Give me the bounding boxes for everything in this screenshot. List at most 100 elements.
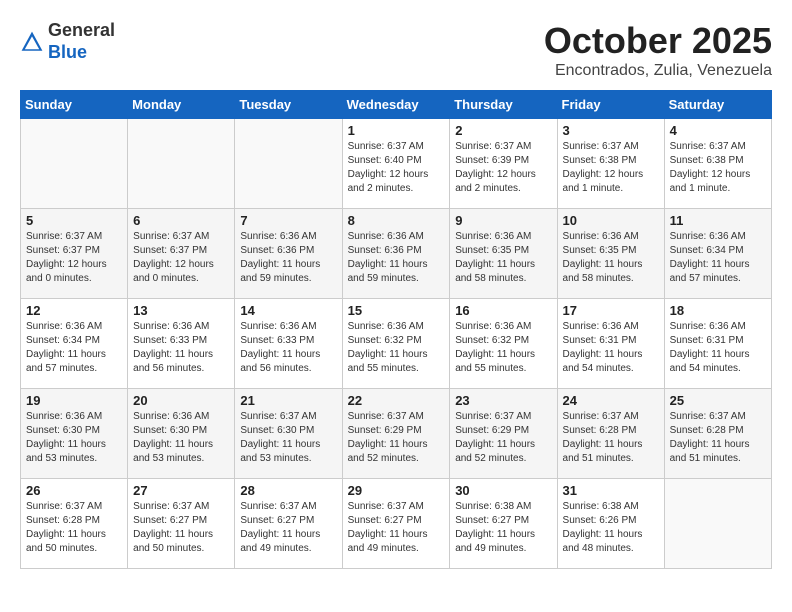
day-number: 8	[348, 213, 445, 228]
day-info: Sunrise: 6:37 AM Sunset: 6:27 PM Dayligh…	[348, 500, 445, 556]
day-info: Sunrise: 6:37 AM Sunset: 6:28 PM Dayligh…	[670, 410, 766, 466]
day-number: 11	[670, 213, 766, 228]
day-info: Sunrise: 6:36 AM Sunset: 6:30 PM Dayligh…	[26, 410, 122, 466]
day-info: Sunrise: 6:36 AM Sunset: 6:35 PM Dayligh…	[563, 230, 659, 286]
day-number: 3	[563, 123, 659, 138]
day-number: 17	[563, 303, 659, 318]
day-info: Sunrise: 6:37 AM Sunset: 6:27 PM Dayligh…	[133, 500, 229, 556]
day-info: Sunrise: 6:36 AM Sunset: 6:32 PM Dayligh…	[455, 320, 551, 376]
title-area: October 2025 Encontrados, Zulia, Venezue…	[544, 20, 772, 80]
day-info: Sunrise: 6:37 AM Sunset: 6:38 PM Dayligh…	[563, 140, 659, 196]
calendar-cell: 6 Sunrise: 6:37 AM Sunset: 6:37 PM Daylig…	[128, 209, 235, 299]
day-header-tuesday: Tuesday	[235, 91, 342, 119]
logo: General Blue	[20, 20, 115, 63]
page-header: General Blue October 2025 Encontrados, Z…	[20, 20, 772, 80]
day-info: Sunrise: 6:36 AM Sunset: 6:30 PM Dayligh…	[133, 410, 229, 466]
calendar-cell: 27 Sunrise: 6:37 AM Sunset: 6:27 PM Dayli…	[128, 479, 235, 569]
day-info: Sunrise: 6:36 AM Sunset: 6:34 PM Dayligh…	[670, 230, 766, 286]
calendar-cell: 19Sunrise: 6:36 AM Sunset: 6:30 PM Dayli…	[21, 389, 128, 479]
day-info: Sunrise: 6:37 AM Sunset: 6:37 PM Dayligh…	[26, 230, 122, 286]
day-number: 21	[240, 393, 336, 408]
logo-blue-text: Blue	[48, 42, 87, 62]
day-info: Sunrise: 6:36 AM Sunset: 6:36 PM Dayligh…	[348, 230, 445, 286]
day-header-friday: Friday	[557, 91, 664, 119]
day-number: 18	[670, 303, 766, 318]
day-number: 5	[26, 213, 122, 228]
calendar-cell: 18 Sunrise: 6:36 AM Sunset: 6:31 PM Dayli…	[664, 299, 771, 389]
day-info: Sunrise: 6:37 AM Sunset: 6:27 PM Dayligh…	[240, 500, 336, 556]
day-number: 30	[455, 483, 551, 498]
day-number: 14	[240, 303, 336, 318]
calendar-cell	[235, 119, 342, 209]
day-number: 12	[26, 303, 122, 318]
month-title: October 2025	[544, 20, 772, 62]
calendar-cell: 26Sunrise: 6:37 AM Sunset: 6:28 PM Dayli…	[21, 479, 128, 569]
day-number: 10	[563, 213, 659, 228]
day-info: Sunrise: 6:36 AM Sunset: 6:31 PM Dayligh…	[670, 320, 766, 376]
logo-general-text: General	[48, 20, 115, 40]
day-info: Sunrise: 6:37 AM Sunset: 6:30 PM Dayligh…	[240, 410, 336, 466]
calendar-cell	[664, 479, 771, 569]
calendar-cell	[128, 119, 235, 209]
calendar-cell: 1Sunrise: 6:37 AM Sunset: 6:40 PM Daylig…	[342, 119, 450, 209]
day-number: 13	[133, 303, 229, 318]
day-number: 7	[240, 213, 336, 228]
calendar-cell: 9 Sunrise: 6:36 AM Sunset: 6:35 PM Daylig…	[450, 209, 557, 299]
calendar-cell: 3 Sunrise: 6:37 AM Sunset: 6:38 PM Daylig…	[557, 119, 664, 209]
day-info: Sunrise: 6:37 AM Sunset: 6:39 PM Dayligh…	[455, 140, 551, 196]
calendar-week-row: 26Sunrise: 6:37 AM Sunset: 6:28 PM Dayli…	[21, 479, 772, 569]
calendar-cell: 29 Sunrise: 6:37 AM Sunset: 6:27 PM Dayli…	[342, 479, 450, 569]
day-number: 16	[455, 303, 551, 318]
calendar-cell: 11 Sunrise: 6:36 AM Sunset: 6:34 PM Dayli…	[664, 209, 771, 299]
day-number: 9	[455, 213, 551, 228]
day-number: 4	[670, 123, 766, 138]
calendar-cell: 2 Sunrise: 6:37 AM Sunset: 6:39 PM Daylig…	[450, 119, 557, 209]
calendar-cell: 25 Sunrise: 6:37 AM Sunset: 6:28 PM Dayli…	[664, 389, 771, 479]
day-header-monday: Monday	[128, 91, 235, 119]
day-number: 29	[348, 483, 445, 498]
calendar-cell: 24 Sunrise: 6:37 AM Sunset: 6:28 PM Dayli…	[557, 389, 664, 479]
day-number: 26	[26, 483, 122, 498]
day-number: 23	[455, 393, 551, 408]
calendar-cell: 31 Sunrise: 6:38 AM Sunset: 6:26 PM Dayli…	[557, 479, 664, 569]
calendar-cell: 16 Sunrise: 6:36 AM Sunset: 6:32 PM Dayli…	[450, 299, 557, 389]
day-info: Sunrise: 6:37 AM Sunset: 6:37 PM Dayligh…	[133, 230, 229, 286]
calendar-header-row: SundayMondayTuesdayWednesdayThursdayFrid…	[21, 91, 772, 119]
calendar-cell: 30Sunrise: 6:38 AM Sunset: 6:27 PM Dayli…	[450, 479, 557, 569]
day-info: Sunrise: 6:38 AM Sunset: 6:26 PM Dayligh…	[563, 500, 659, 556]
day-header-sunday: Sunday	[21, 91, 128, 119]
day-info: Sunrise: 6:37 AM Sunset: 6:29 PM Dayligh…	[348, 410, 445, 466]
calendar-week-row: 1Sunrise: 6:37 AM Sunset: 6:40 PM Daylig…	[21, 119, 772, 209]
calendar-week-row: 12 Sunrise: 6:36 AM Sunset: 6:34 PM Dayli…	[21, 299, 772, 389]
calendar-cell: 22 Sunrise: 6:37 AM Sunset: 6:29 PM Dayli…	[342, 389, 450, 479]
day-info: Sunrise: 6:36 AM Sunset: 6:32 PM Dayligh…	[348, 320, 445, 376]
day-number: 25	[670, 393, 766, 408]
day-number: 24	[563, 393, 659, 408]
day-info: Sunrise: 6:37 AM Sunset: 6:38 PM Dayligh…	[670, 140, 766, 196]
day-number: 6	[133, 213, 229, 228]
day-number: 2	[455, 123, 551, 138]
calendar-cell: 7Sunrise: 6:36 AM Sunset: 6:36 PM Daylig…	[235, 209, 342, 299]
calendar-cell: 10 Sunrise: 6:36 AM Sunset: 6:35 PM Dayli…	[557, 209, 664, 299]
day-number: 28	[240, 483, 336, 498]
calendar-cell: 4 Sunrise: 6:37 AM Sunset: 6:38 PM Daylig…	[664, 119, 771, 209]
day-number: 31	[563, 483, 659, 498]
day-info: Sunrise: 6:36 AM Sunset: 6:35 PM Dayligh…	[455, 230, 551, 286]
day-info: Sunrise: 6:36 AM Sunset: 6:34 PM Dayligh…	[26, 320, 122, 376]
day-info: Sunrise: 6:36 AM Sunset: 6:31 PM Dayligh…	[563, 320, 659, 376]
calendar-cell	[21, 119, 128, 209]
day-info: Sunrise: 6:37 AM Sunset: 6:28 PM Dayligh…	[563, 410, 659, 466]
day-number: 22	[348, 393, 445, 408]
day-number: 27	[133, 483, 229, 498]
calendar-week-row: 19Sunrise: 6:36 AM Sunset: 6:30 PM Dayli…	[21, 389, 772, 479]
calendar-cell: 23Sunrise: 6:37 AM Sunset: 6:29 PM Dayli…	[450, 389, 557, 479]
logo-icon	[20, 30, 44, 54]
day-info: Sunrise: 6:37 AM Sunset: 6:40 PM Dayligh…	[348, 140, 445, 196]
calendar-cell: 28 Sunrise: 6:37 AM Sunset: 6:27 PM Dayli…	[235, 479, 342, 569]
day-header-saturday: Saturday	[664, 91, 771, 119]
calendar-cell: 12 Sunrise: 6:36 AM Sunset: 6:34 PM Dayli…	[21, 299, 128, 389]
calendar-cell: 8 Sunrise: 6:36 AM Sunset: 6:36 PM Daylig…	[342, 209, 450, 299]
calendar-cell: 20Sunrise: 6:36 AM Sunset: 6:30 PM Dayli…	[128, 389, 235, 479]
location-title: Encontrados, Zulia, Venezuela	[544, 62, 772, 80]
day-info: Sunrise: 6:36 AM Sunset: 6:33 PM Dayligh…	[240, 320, 336, 376]
